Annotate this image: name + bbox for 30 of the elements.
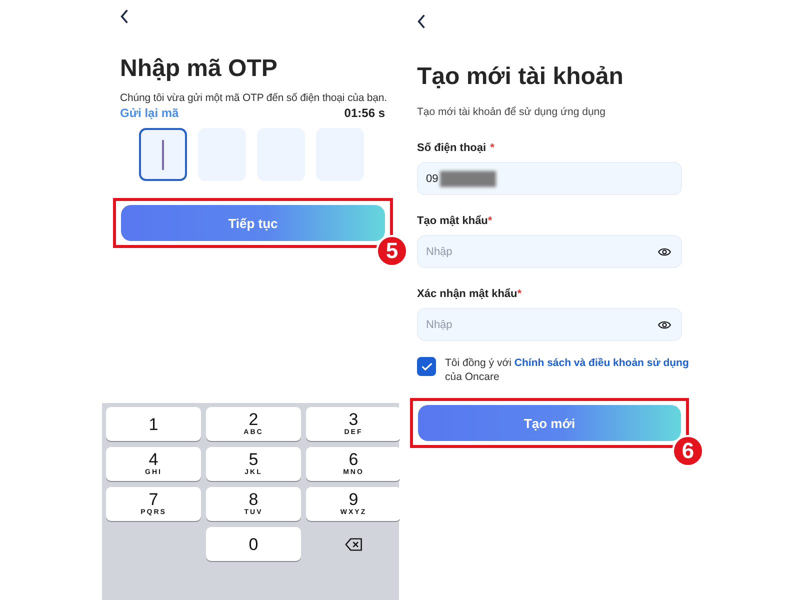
subtitle-text: Tạo mới tài khoản để sử dụng ứng dụng	[417, 106, 606, 118]
create-button[interactable]: Tạo mới	[418, 405, 681, 441]
checkbox[interactable]	[417, 357, 436, 376]
required-mark: *	[490, 142, 494, 154]
code-input[interactable]	[139, 128, 187, 181]
field-label: Xác nhận mật khẩu	[417, 288, 518, 300]
eye-icon[interactable]	[658, 320, 671, 330]
back-icon	[417, 14, 426, 28]
field-label: Số điện thoại	[417, 142, 486, 154]
eye-icon[interactable]	[658, 247, 671, 257]
agreement-text: của Oncare	[445, 370, 500, 384]
terms-link[interactable]: Chính sách và điều khoản sử dụng	[514, 357, 689, 369]
keypad-key[interactable]: 0	[206, 527, 301, 561]
back-icon	[120, 8, 129, 24]
screen-title: Nhập mã OTP	[120, 54, 278, 84]
field-label: Tạo mật khẩu	[417, 215, 488, 227]
required-mark: *	[517, 288, 522, 300]
required-mark: *	[488, 215, 492, 227]
continue-button[interactable]: Tiếp tục	[121, 205, 385, 241]
screen-title: Tạo mới tài khoản	[417, 62, 624, 92]
step-badge: 6	[672, 435, 704, 467]
countdown-text: 01:56 s	[344, 106, 385, 120]
password-field[interactable]: Nhập	[417, 308, 682, 341]
backspace-icon	[344, 538, 362, 550]
agreement-text: Tôi đồng ý với	[445, 357, 512, 369]
password-field[interactable]: Nhập	[417, 235, 682, 268]
info-text: Chúng tôi vừa gửi một mã OTP đến số điện thoại của bạn.	[120, 92, 386, 104]
keypad-key[interactable]: 1	[106, 407, 201, 441]
check-icon	[420, 362, 432, 371]
phone-field[interactable]: 09	[417, 162, 682, 195]
